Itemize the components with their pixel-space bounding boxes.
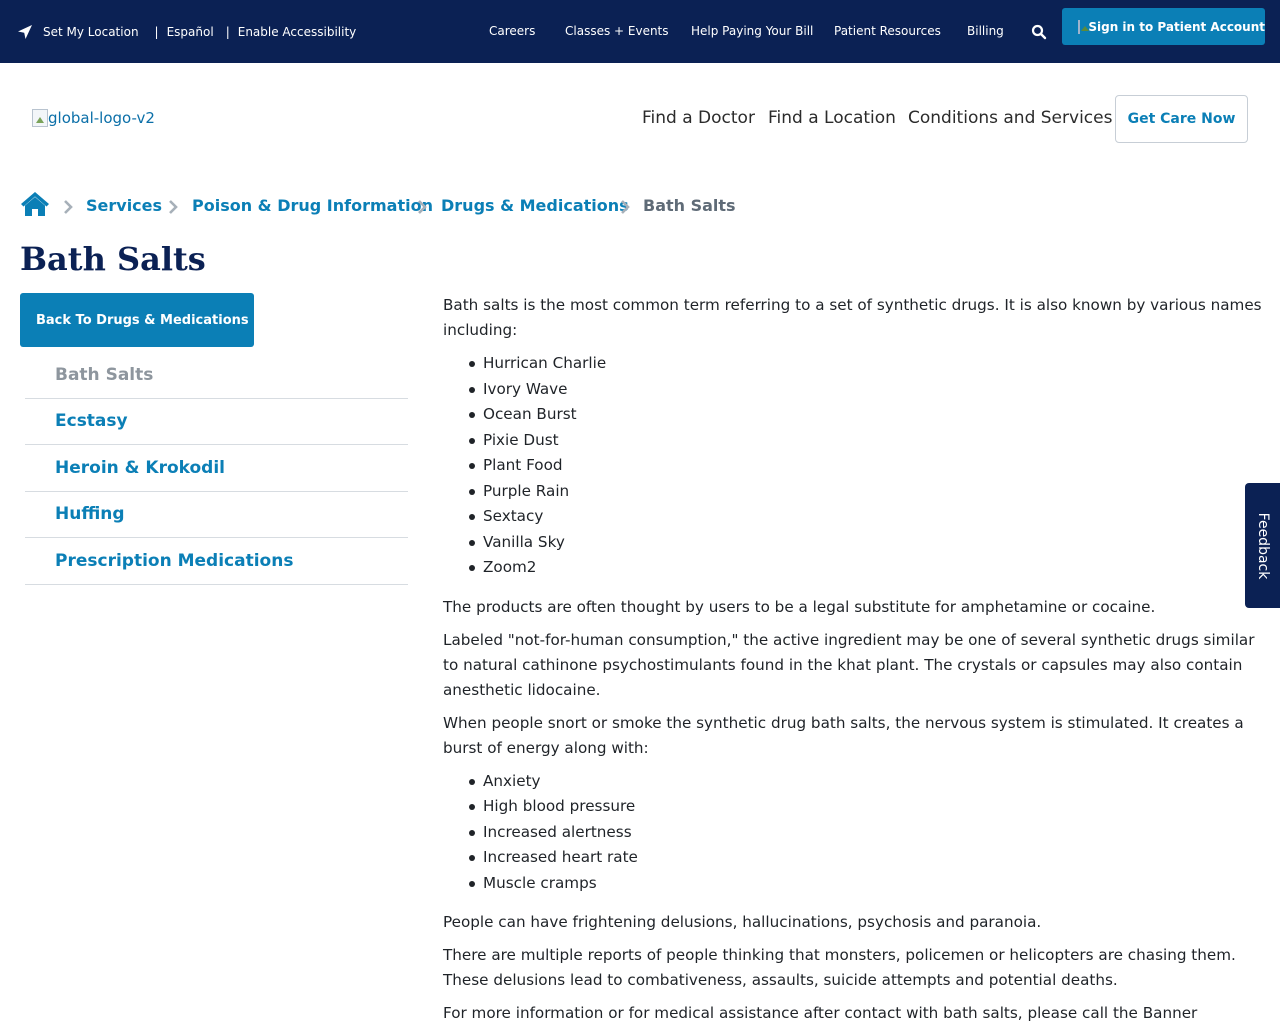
article-content: Bath salts is the most common term refer… <box>443 293 1263 1024</box>
billing-link[interactable]: Billing <box>967 24 1004 38</box>
separator: | <box>225 25 230 39</box>
broken-image-icon <box>32 109 48 127</box>
breadcrumb-poison-drug-info[interactable]: Poison & Drug Information <box>192 196 433 215</box>
chevron-right-icon <box>168 199 178 214</box>
street-names-list: Hurrican Charlie Ivory Wave Ocean Burst … <box>443 351 1263 581</box>
list-item: Ivory Wave <box>469 377 1263 403</box>
careers-link[interactable]: Careers <box>489 24 535 38</box>
list-item: Ocean Burst <box>469 402 1263 428</box>
sign-in-button[interactable]: Sign in to Patient Account <box>1062 8 1265 45</box>
list-item: Zoom2 <box>469 555 1263 581</box>
list-item: Increased alertness <box>469 820 1263 846</box>
sidebar-item-ecstasy[interactable]: Ecstasy <box>25 399 408 445</box>
chevron-right-icon <box>417 199 427 214</box>
list-item: Anxiety <box>469 769 1263 795</box>
espanol-link[interactable]: Español <box>167 25 214 39</box>
help-paying-bill-link[interactable]: Help Paying Your Bill <box>691 24 813 38</box>
chevron-right-icon <box>63 199 73 214</box>
sign-in-label: Sign in to Patient Account <box>1088 19 1265 34</box>
back-to-drugs-button[interactable]: Back To Drugs & Medications <box>20 293 254 347</box>
paragraph: For more information or for medical assi… <box>443 1004 1198 1022</box>
utility-left: Set My Location | Español | Enable Acces… <box>17 22 356 42</box>
sidebar-item-huffing[interactable]: Huffing <box>25 492 408 538</box>
conditions-services-link[interactable]: Conditions and Services <box>908 108 1112 128</box>
search-icon[interactable] <box>1031 24 1047 40</box>
page-title: Bath Salts <box>20 240 206 278</box>
accessibility-link[interactable]: Enable Accessibility <box>238 25 357 39</box>
get-care-now-button[interactable]: Get Care Now <box>1115 95 1248 143</box>
intro-paragraph: Bath salts is the most common term refer… <box>443 296 1262 339</box>
sidebar-list: Bath Salts Ecstasy Heroin & Krokodil Huf… <box>25 352 408 585</box>
breadcrumb-services[interactable]: Services <box>86 196 162 215</box>
find-location-link[interactable]: Find a Location <box>768 108 896 128</box>
paragraph: People can have frightening delusions, h… <box>443 913 1042 931</box>
feedback-label: Feedback <box>1254 512 1271 579</box>
separator: | <box>154 25 159 39</box>
list-item: Increased heart rate <box>469 845 1263 871</box>
chevron-right-icon <box>620 199 630 214</box>
list-item: High blood pressure <box>469 794 1263 820</box>
location-arrow-icon[interactable] <box>17 24 33 40</box>
classes-events-link[interactable]: Classes + Events <box>565 24 669 38</box>
paragraph: Labeled "not-for-human consumption," the… <box>443 630 1255 699</box>
account-image-icon <box>1078 19 1091 34</box>
utility-bar: Set My Location | Español | Enable Acces… <box>0 0 1280 63</box>
set-location-link[interactable]: Set My Location <box>43 25 139 39</box>
sidebar-item-prescription-medications[interactable]: Prescription Medications <box>25 538 408 585</box>
breadcrumb-current: Bath Salts <box>643 196 736 215</box>
list-item: Plant Food <box>469 453 1263 479</box>
breadcrumb: Services Poison & Drug Information Drugs… <box>0 190 1280 222</box>
list-item: Sextacy <box>469 504 1263 530</box>
list-item: Hurrican Charlie <box>469 351 1263 377</box>
list-item: Pixie Dust <box>469 428 1263 454</box>
sidebar-item-bath-salts: Bath Salts <box>25 352 408 399</box>
sidebar-item-heroin-krokodil[interactable]: Heroin & Krokodil <box>25 445 408 492</box>
feedback-tab[interactable]: Feedback <box>1245 483 1280 608</box>
list-item: Muscle cramps <box>469 871 1263 897</box>
find-doctor-link[interactable]: Find a Doctor <box>642 108 755 128</box>
home-icon[interactable] <box>20 190 50 218</box>
breadcrumb-drugs-medications[interactable]: Drugs & Medications <box>441 196 629 215</box>
list-item: Vanilla Sky <box>469 530 1263 556</box>
effects-list: Anxiety High blood pressure Increased al… <box>443 769 1263 897</box>
list-item: Purple Rain <box>469 479 1263 505</box>
paragraph: When people snort or smoke the synthetic… <box>443 713 1244 757</box>
logo[interactable]: global-logo-v2 <box>32 107 155 129</box>
logo-alt-text: global-logo-v2 <box>48 109 155 127</box>
patient-resources-link[interactable]: Patient Resources <box>834 24 941 38</box>
paragraph: There are multiple reports of people thi… <box>443 946 1236 989</box>
paragraph: The products are often thought by users … <box>443 597 1156 616</box>
